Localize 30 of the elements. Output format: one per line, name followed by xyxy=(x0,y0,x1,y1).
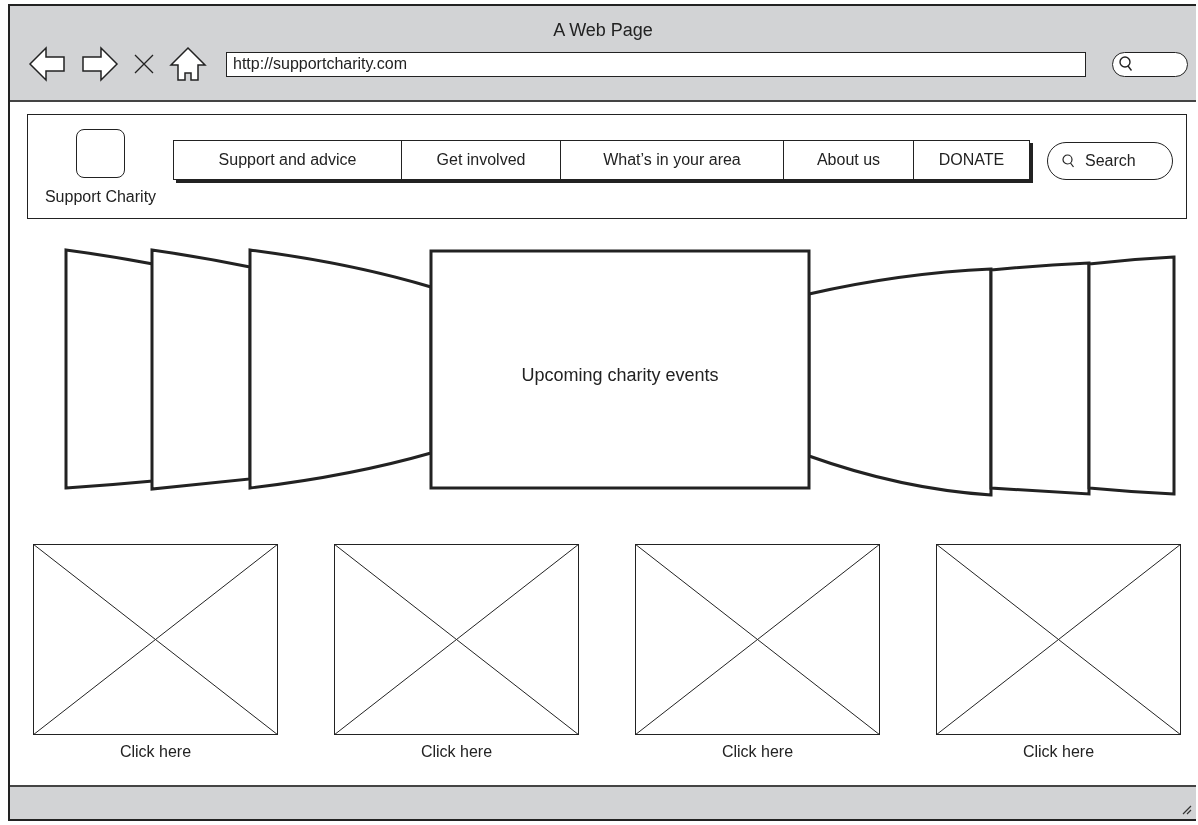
search-icon xyxy=(1119,56,1133,72)
carousel-slide[interactable] xyxy=(150,248,252,491)
carousel-slide[interactable] xyxy=(248,248,433,490)
resize-grip-icon[interactable] xyxy=(1182,805,1192,815)
search-icon xyxy=(1062,154,1075,168)
home-icon[interactable] xyxy=(169,46,207,82)
search-field[interactable] xyxy=(1112,51,1188,77)
forward-icon[interactable] xyxy=(81,46,119,82)
address-field[interactable]: http://supportcharity.com xyxy=(226,51,1086,77)
carousel-title: Upcoming charity events xyxy=(521,365,719,385)
card-link[interactable]: Click here xyxy=(721,743,794,761)
nav-link[interactable]: DONATE xyxy=(914,141,1029,179)
window-title: A Web Page xyxy=(552,19,654,42)
nav-link[interactable]: Support and advice xyxy=(174,141,402,179)
logo-placeholder xyxy=(76,129,125,178)
card-link[interactable]: Click here xyxy=(1022,743,1095,761)
image-placeholder[interactable] xyxy=(33,544,278,735)
nav-link[interactable]: Get involved xyxy=(402,141,561,179)
nav-link[interactable]: What’s in your area xyxy=(561,141,784,179)
card-link[interactable]: Click here xyxy=(119,743,192,761)
site-name: Support Charity xyxy=(44,188,157,206)
carousel-slide[interactable] xyxy=(1087,255,1176,496)
carousel-slide[interactable] xyxy=(989,261,1091,496)
image-placeholder[interactable] xyxy=(334,544,579,735)
image-placeholder[interactable] xyxy=(936,544,1181,735)
back-icon[interactable] xyxy=(28,46,66,82)
nav-link[interactable]: About us xyxy=(784,141,914,179)
card-link[interactable]: Click here xyxy=(420,743,493,761)
image-placeholder[interactable] xyxy=(635,544,880,735)
close-icon[interactable] xyxy=(134,54,154,74)
